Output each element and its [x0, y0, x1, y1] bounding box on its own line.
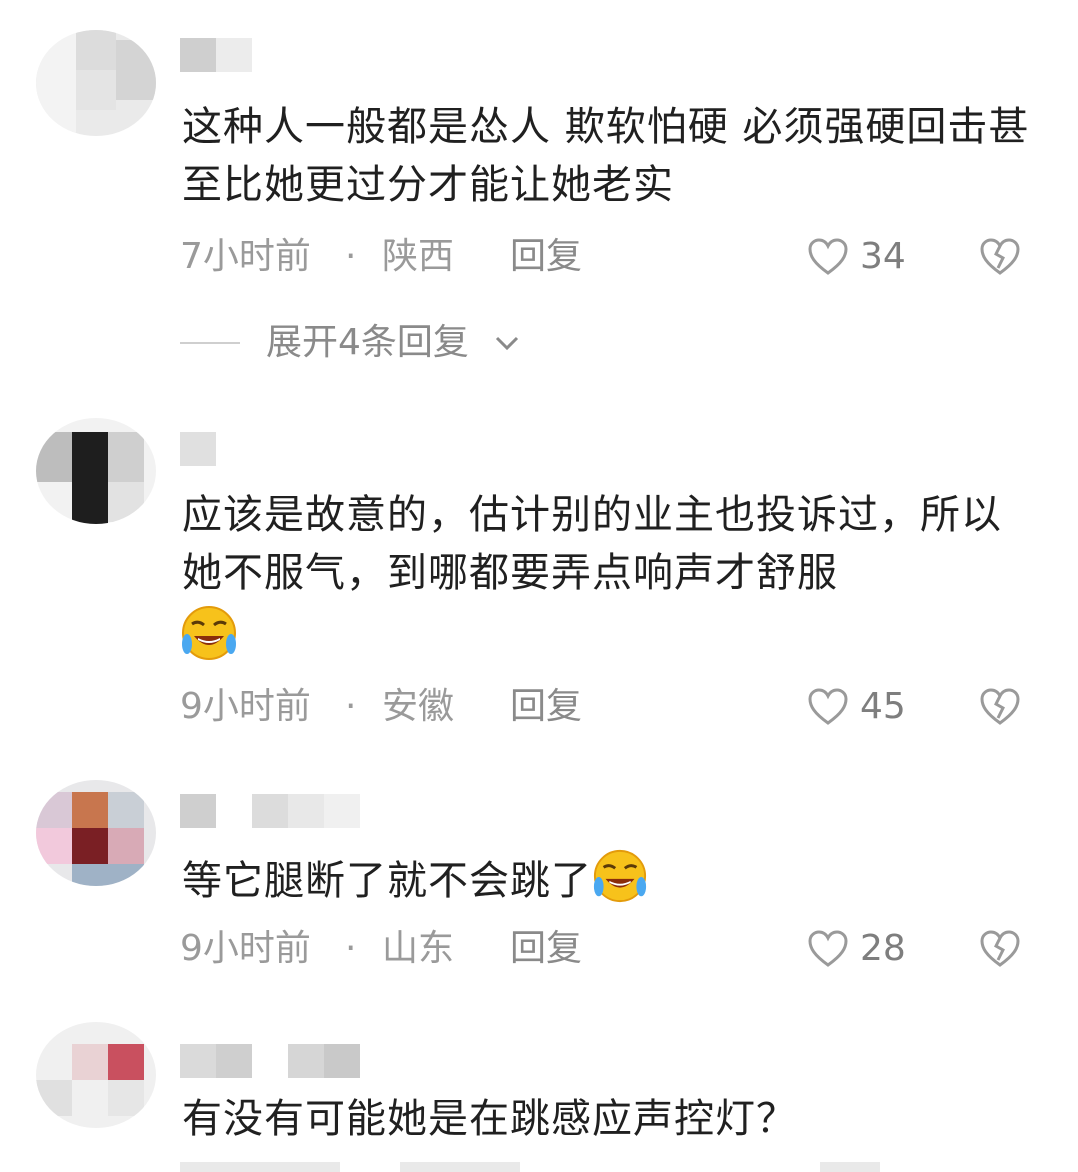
heart-outline-icon[interactable] — [808, 688, 848, 726]
comment-time: 7小时前 — [180, 236, 311, 277]
heart-outline-icon[interactable] — [808, 930, 848, 968]
emoji-line — [180, 604, 238, 662]
username-blurred[interactable] — [180, 432, 260, 466]
username-blurred[interactable] — [180, 794, 420, 828]
face-with-tears-of-joy-icon — [182, 606, 236, 660]
like-count: 28 — [860, 928, 906, 969]
face-with-tears-of-joy-icon — [593, 849, 647, 903]
avatar[interactable] — [36, 1022, 156, 1128]
next-meta-cut-off — [180, 1162, 1040, 1172]
reply-button[interactable]: 回复 — [510, 232, 582, 282]
comment-text: 应该是故意的，估计别的业主也投诉过，所以她不服气，到哪都要弄点响声才舒服 — [182, 492, 1002, 596]
meta-separator: · — [345, 686, 357, 727]
comment-text: 等它腿断了就不会跳了 — [182, 848, 1042, 910]
expand-replies-label: 展开4条回复 — [266, 322, 469, 363]
comment-time: 9小时前 — [180, 686, 311, 727]
broken-heart-icon[interactable] — [980, 930, 1020, 968]
comment-text: 有没有可能她是在跳感应声控灯？ — [182, 1096, 797, 1142]
meta-separator: · — [345, 928, 357, 969]
comment-location: 陕西 — [382, 236, 455, 277]
reply-button[interactable]: 回复 — [510, 924, 582, 974]
chevron-down-icon — [495, 336, 519, 351]
username-blurred[interactable] — [180, 38, 260, 72]
reply-button[interactable]: 回复 — [510, 682, 582, 732]
comment-meta: 9小时前 · 安徽 回复 45 — [180, 682, 1040, 732]
meta-separator: · — [345, 236, 357, 277]
like-count: 34 — [860, 236, 906, 277]
avatar[interactable] — [36, 780, 156, 886]
username-blurred[interactable] — [180, 1044, 380, 1078]
avatar[interactable] — [36, 30, 156, 136]
comment-location: 安徽 — [382, 686, 455, 727]
broken-heart-icon[interactable] — [980, 688, 1020, 726]
broken-heart-icon[interactable] — [980, 238, 1020, 276]
comment-time: 9小时前 — [180, 928, 311, 969]
expand-replies-button[interactable]: 展开4条回复 — [180, 318, 680, 368]
avatar[interactable] — [36, 418, 156, 524]
like-count: 45 — [860, 686, 906, 727]
heart-outline-icon[interactable] — [808, 238, 848, 276]
expand-divider — [180, 342, 240, 344]
comment-text-content: 等它腿断了就不会跳了 — [182, 858, 592, 904]
comment-meta: 9小时前 · 山东 回复 28 — [180, 924, 1040, 974]
comment-meta: 7小时前 · 陕西 回复 34 — [180, 232, 1040, 282]
comment-location: 山东 — [382, 928, 455, 969]
comment-text: 这种人一般都是怂人 欺软怕硬 必须强硬回击甚至比她更过分才能让她老实 — [182, 104, 1030, 208]
